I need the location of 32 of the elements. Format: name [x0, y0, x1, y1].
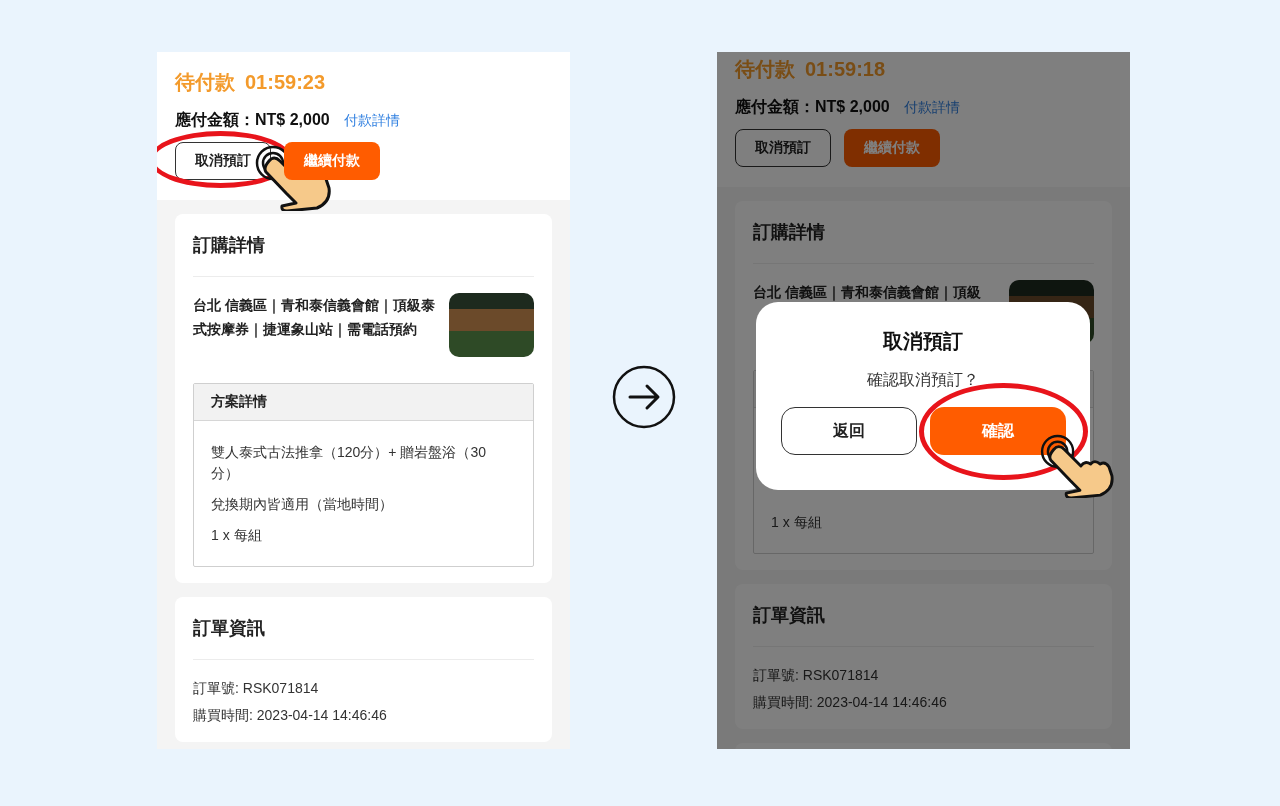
payment-status: 待付款 [175, 70, 235, 94]
order-info-text: 購買時間: 2023-04-14 14:46:46 [193, 706, 388, 725]
plan-title: 方案詳情 [211, 393, 267, 411]
outline-button[interactable]: 取消預訂 [735, 129, 831, 167]
order-info-text: 訂單號: RSK071814 [193, 679, 320, 698]
plan-detail: 1 x 每組 [771, 513, 823, 532]
outline-button[interactable]: 取消預訂 [175, 142, 271, 180]
order-info-text: 購買時間: 2023-04-14 14:46:46 [753, 693, 948, 712]
amount-due: 應付金額：NT$ 2,000 [735, 97, 890, 117]
payment-status: 待付款 [735, 57, 795, 81]
primary-button[interactable]: 繼續付款 [844, 129, 940, 167]
section-title: 訂單資訊 [193, 617, 266, 640]
countdown-timer: 01:59:18 [805, 57, 886, 81]
amount-due: 應付金額：NT$ 2,000 [175, 110, 330, 130]
countdown-timer: 01:59:23 [245, 70, 326, 94]
primary-button[interactable]: 確認 [929, 407, 1066, 455]
product-title: 台北 信義區｜青和泰信義會館｜頂級 [753, 283, 981, 303]
payment-details-link[interactable]: 付款詳情 [343, 110, 400, 130]
section-title: 訂單資訊 [753, 604, 826, 627]
dialog-message: 確認取消預訂？ [867, 370, 979, 390]
payment-details-link[interactable]: 付款詳情 [903, 97, 960, 117]
dialog-title: 取消預訂 [883, 329, 963, 354]
plan-detail: 1 x 每組 [211, 526, 263, 545]
plan-detail: 雙人泰式古法推拿（120分）+ 贈岩盤浴（30分） [211, 443, 487, 483]
arrow-right-icon [611, 365, 676, 429]
plan-detail: 兌換期內皆適用（當地時間） [211, 495, 394, 514]
product-title: 台北 信義區｜青和泰信義會館｜頂級泰式按摩券｜捷運象山站｜需電話預約 [193, 296, 435, 340]
outline-button[interactable]: 返回 [780, 407, 917, 455]
primary-button[interactable]: 繼續付款 [284, 142, 380, 180]
section-title: 訂購詳情 [193, 234, 266, 257]
order-info-text: 訂單號: RSK071814 [753, 666, 880, 685]
section-title: 訂購詳情 [753, 221, 826, 244]
